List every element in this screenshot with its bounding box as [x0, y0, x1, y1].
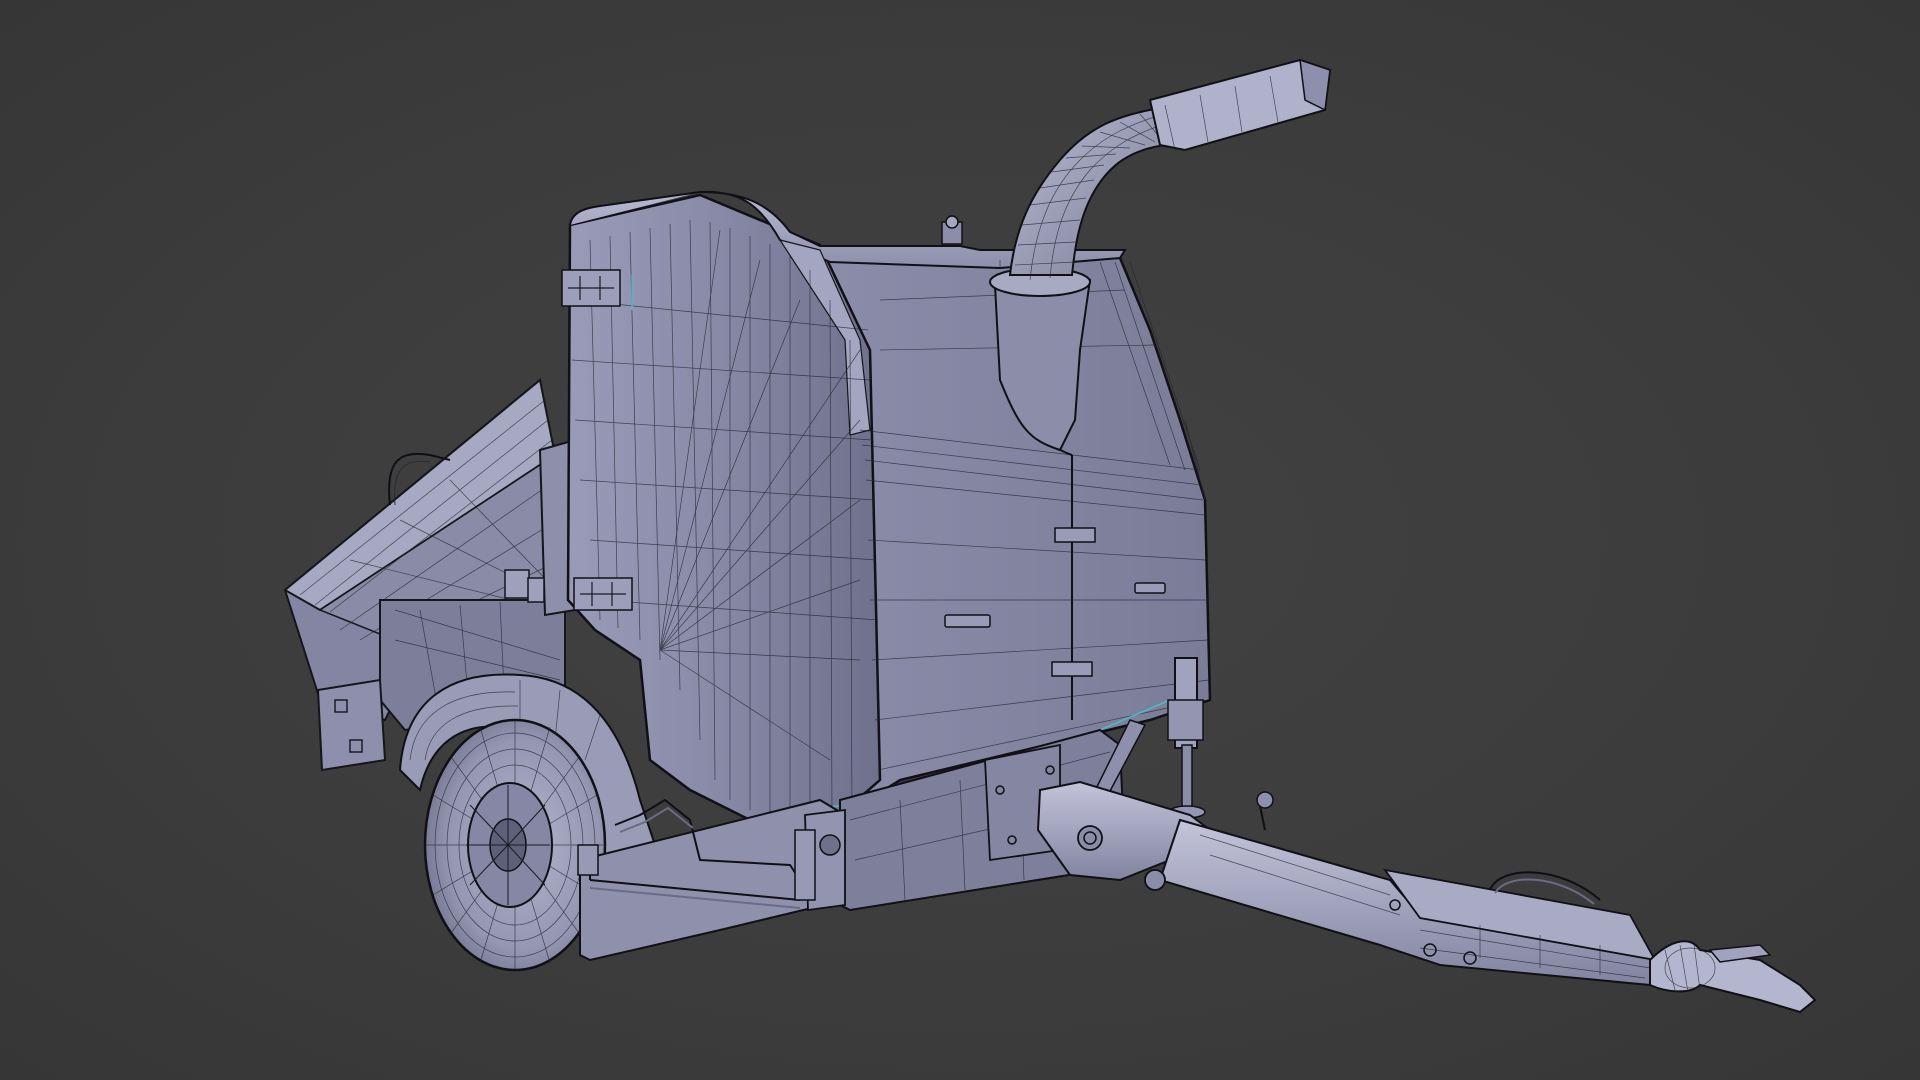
fuel-cap[interactable]: [941, 215, 963, 245]
3d-viewport[interactable]: [0, 0, 1920, 1080]
drawbar[interactable]: [1036, 780, 1817, 1014]
door-latch-top[interactable]: [1054, 527, 1096, 543]
main-housing[interactable]: [561, 190, 1212, 827]
door-handle-left[interactable]: [944, 614, 991, 628]
door-handle-right[interactable]: [1134, 582, 1166, 594]
hinge-bottom: [573, 577, 633, 611]
door-latch-bottom[interactable]: [1051, 661, 1093, 677]
wood-chipper-model[interactable]: [0, 0, 1920, 1080]
hinge-top: [561, 269, 621, 307]
